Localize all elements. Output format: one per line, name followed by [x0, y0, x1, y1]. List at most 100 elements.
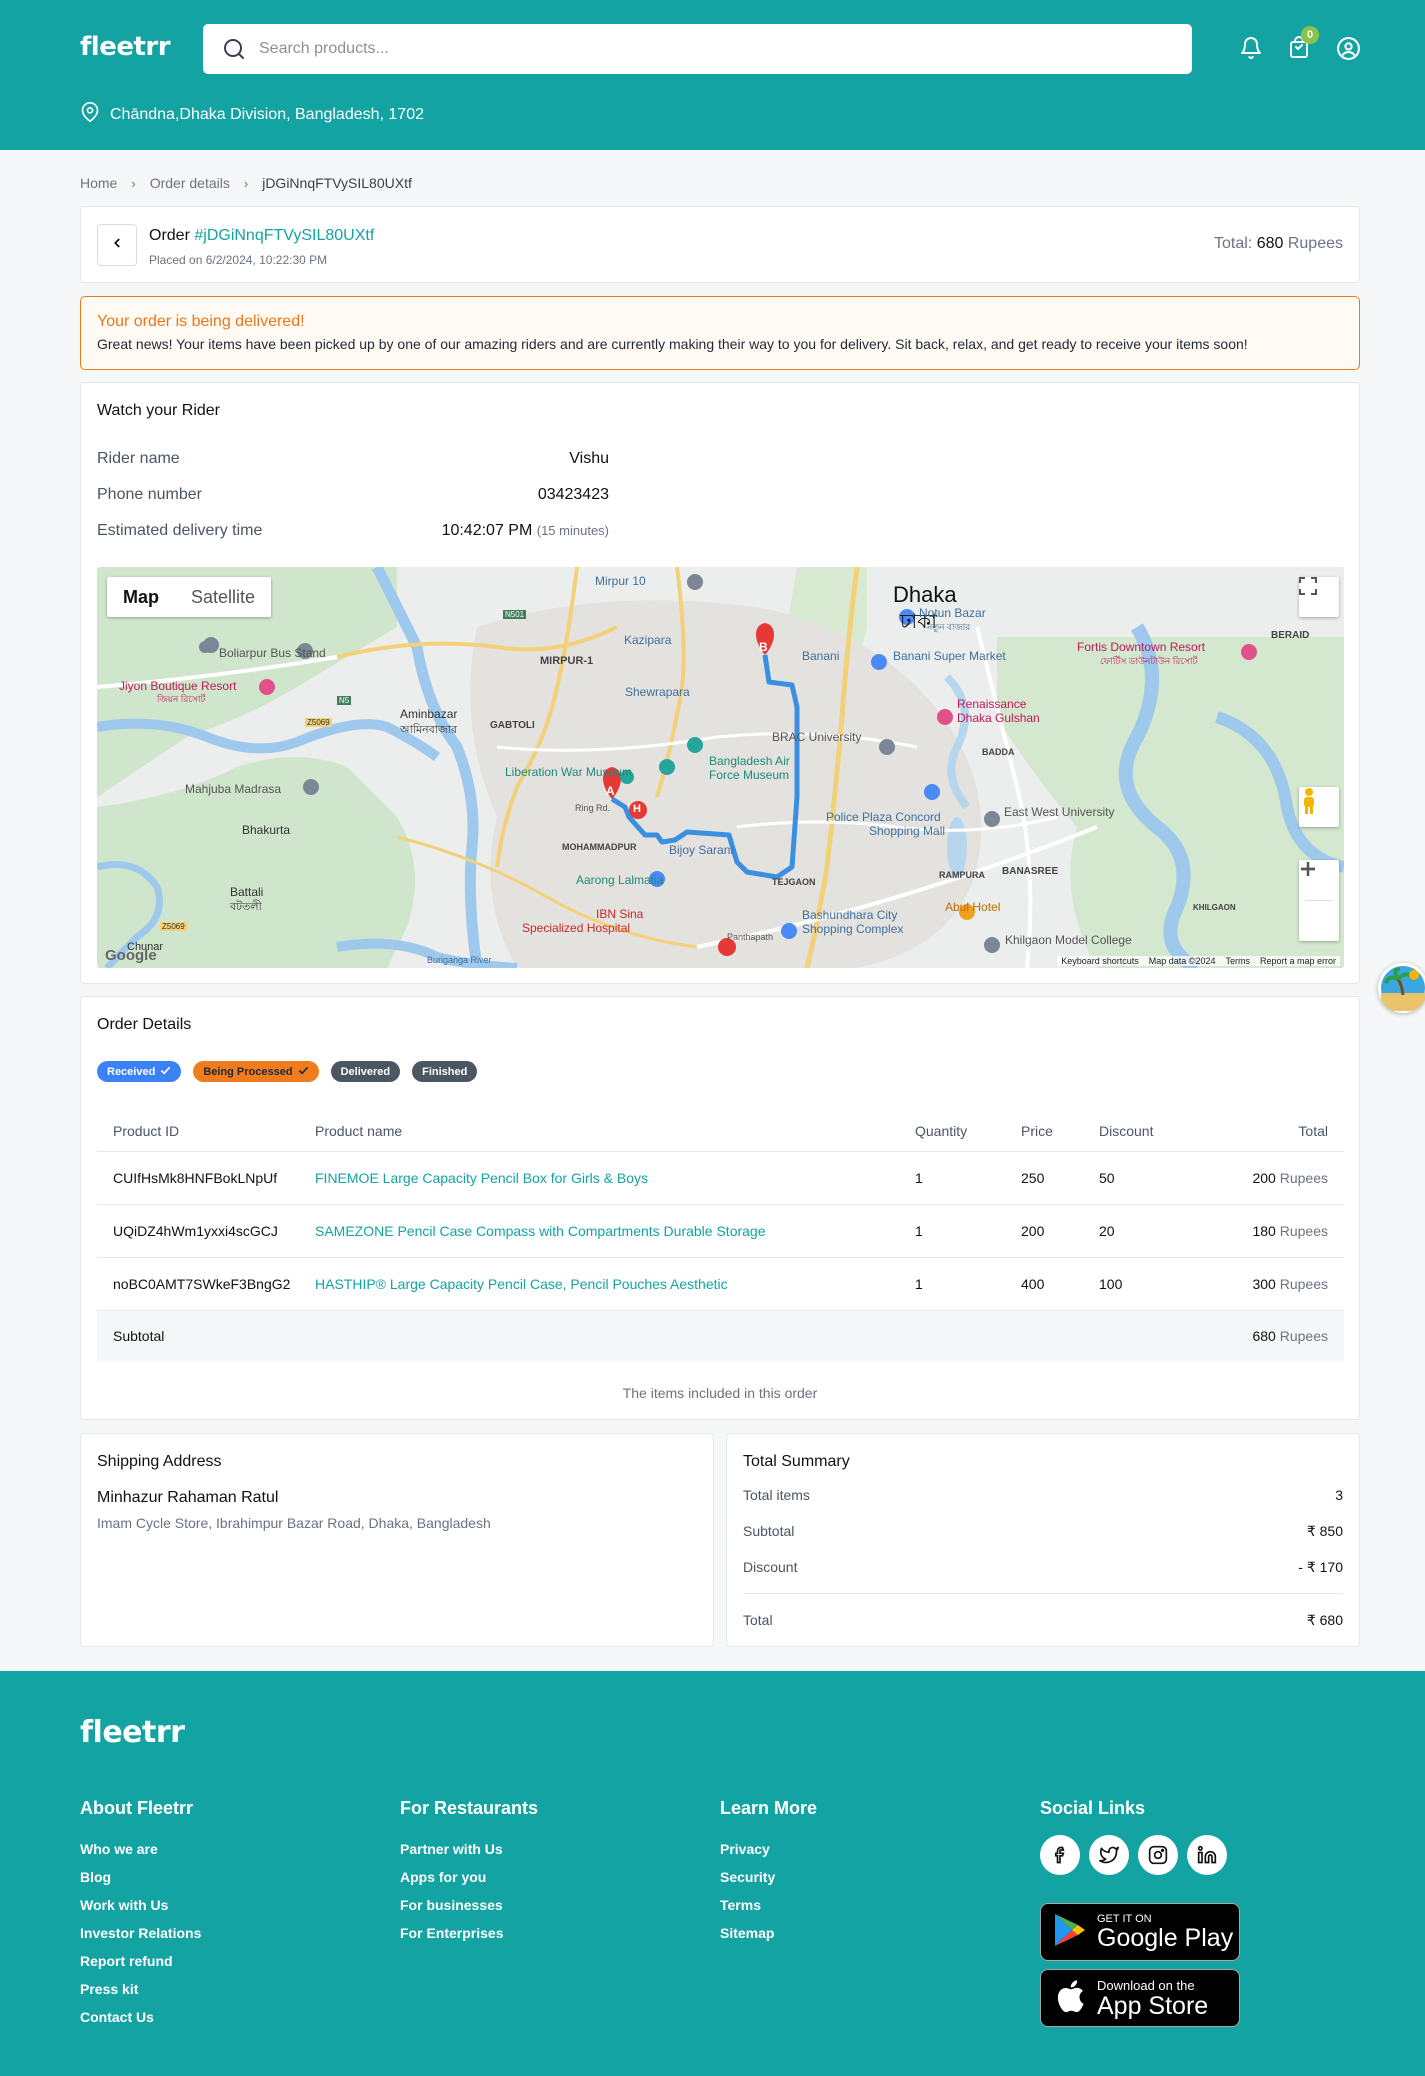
fullscreen-button[interactable]: [1299, 577, 1339, 617]
map-label: Khilgaon Model College: [1005, 933, 1132, 947]
footer-social-column: Social Links: [1040, 1798, 1227, 1875]
footer-link[interactable]: Sitemap: [720, 1919, 817, 1947]
google-play-icon: [1053, 1912, 1087, 1953]
map-label: Jiyon Boutique Resort: [119, 679, 237, 693]
rider-map[interactable]: B A H Dhaka ঢাকা Mirpur 10 Boliarpur Bus…: [97, 567, 1344, 968]
column-header: Product ID: [113, 1122, 180, 1139]
map-label: Banani: [802, 649, 840, 663]
site-footer: fleetrr About Fleetrr Who we are Blog Wo…: [0, 1671, 1425, 2076]
summary-items-row: Total items 3: [743, 1487, 1343, 1503]
map-label: GABTOLI: [490, 720, 535, 731]
map-label: Bijoy Sarani: [669, 843, 734, 857]
footer-link[interactable]: Terms: [720, 1891, 817, 1919]
map-tab-map[interactable]: Map: [107, 577, 175, 617]
header-logo[interactable]: fleetrr: [80, 32, 171, 62]
delivery-eta-label: Estimated delivery time: [97, 522, 263, 539]
status-badge-received: Received: [97, 1061, 182, 1082]
user-icon[interactable]: [1334, 34, 1362, 62]
summary-value: - ₹ 170: [1298, 1559, 1343, 1575]
delivery-location[interactable]: Chāndna,Dhaka Division, Bangladesh, 1702: [80, 101, 424, 128]
map-label: Buriganga River: [427, 955, 492, 965]
rider-phone-value[interactable]: 03423423: [538, 486, 609, 504]
google-logo: Google: [105, 947, 157, 964]
map-label: Bashundhara City: [802, 908, 898, 922]
row-total: 180 Rupees: [1199, 1203, 1344, 1257]
footer-link[interactable]: Blog: [80, 1863, 201, 1891]
quantity: 1: [915, 1150, 1021, 1204]
row-total-unit: Rupees: [1279, 1275, 1328, 1292]
footer-link[interactable]: For businesses: [400, 1891, 538, 1919]
rider-card-title: Watch your Rider: [97, 402, 220, 419]
map-terms-link[interactable]: Terms: [1225, 956, 1250, 966]
delivery-eta-row: Estimated delivery time 10:42:07 PM (15 …: [97, 522, 609, 540]
footer-link[interactable]: Partner with Us: [400, 1835, 538, 1863]
footer-link[interactable]: Press kit: [80, 1975, 201, 2003]
map-label: KHILGAON: [1193, 903, 1236, 912]
product-name-link[interactable]: SAMEZONE Pencil Case Compass with Compar…: [315, 1203, 915, 1257]
search-bar[interactable]: [203, 24, 1192, 74]
summary-discount-row: Discount - ₹ 170: [743, 1559, 1343, 1576]
app-store-badge[interactable]: Download on the App Store: [1040, 1969, 1240, 2027]
zoom-controls: [1299, 860, 1339, 941]
product-name-link[interactable]: FINEMOE Large Capacity Pencil Box for Gi…: [315, 1150, 915, 1204]
map-label: Notun Bazar: [919, 606, 986, 620]
map-label: Aarong Lalmatia: [576, 873, 664, 887]
footer-restaurants-column: For Restaurants Partner with Us Apps for…: [400, 1798, 538, 1947]
location-pin-icon: [80, 101, 100, 128]
search-input[interactable]: [249, 27, 1192, 71]
product-name-link[interactable]: HASTHIP® Large Capacity Pencil Case, Pen…: [315, 1256, 915, 1310]
footer-link[interactable]: For Enterprises: [400, 1919, 538, 1947]
rider-phone-row: Phone number 03423423: [97, 486, 609, 504]
footer-link[interactable]: Contact Us: [80, 2003, 201, 2031]
store-big-text: Google Play: [1097, 1924, 1234, 1952]
map-tab-satellite[interactable]: Satellite: [175, 577, 271, 617]
footer-link[interactable]: Security: [720, 1863, 817, 1891]
facebook-icon[interactable]: [1040, 1835, 1080, 1875]
footer-link[interactable]: Work with Us: [80, 1891, 201, 1919]
summary-value: 3: [1335, 1487, 1343, 1503]
map-label: IBN Sina: [596, 907, 644, 921]
linkedin-icon[interactable]: [1187, 1835, 1227, 1875]
delivery-eta-note: (15 minutes): [536, 523, 609, 538]
footer-link[interactable]: Investor Relations: [80, 1919, 201, 1947]
cart-icon[interactable]: 0: [1285, 26, 1319, 62]
map-label: East West University: [1004, 805, 1115, 819]
footer-link[interactable]: Who we are: [80, 1835, 201, 1863]
empty-cell: [315, 1309, 915, 1362]
breadcrumb-order-details[interactable]: Order details: [150, 175, 230, 191]
order-details-card: Order Details Received Being Processed D…: [80, 996, 1360, 1420]
map-report-link[interactable]: Report a map error: [1260, 956, 1336, 966]
twitter-icon[interactable]: [1089, 1835, 1129, 1875]
footer-about-column: About Fleetrr Who we are Blog Work with …: [80, 1798, 201, 2031]
rider-name-row: Rider name Vishu: [97, 450, 609, 468]
map-keyboard-shortcuts[interactable]: Keyboard shortcuts: [1061, 956, 1139, 966]
footer-learn-column: Learn More Privacy Security Terms Sitema…: [720, 1798, 817, 1947]
google-play-text: GET IT ON Google Play: [1097, 1913, 1233, 1951]
row-total-value: 300: [1252, 1275, 1276, 1292]
footer-link[interactable]: Privacy: [720, 1835, 817, 1863]
map-label: MIRPUR-1: [540, 655, 594, 667]
back-button[interactable]: [97, 224, 137, 266]
breadcrumb-home[interactable]: Home: [80, 175, 117, 191]
footer-link[interactable]: Report refund: [80, 1947, 201, 1975]
floating-assistant-button[interactable]: [1378, 963, 1425, 1013]
footer-logo[interactable]: fleetrr: [80, 1715, 185, 1750]
map-label: Specialized Hospital: [522, 921, 631, 935]
footer-link[interactable]: Apps for you: [400, 1863, 538, 1891]
map-label: Abul Hotel: [945, 900, 1001, 914]
empty-cell: [1021, 1309, 1099, 1362]
table-row: CUIfHsMk8HNFBokLNpUf FINEMOE Large Capac…: [97, 1150, 1344, 1204]
summary-subtotal-row: Subtotal ₹ 850: [743, 1523, 1343, 1540]
product-id: UQiDZ4hWm1yxxi4scGCJ: [97, 1203, 315, 1257]
bell-icon[interactable]: [1237, 34, 1265, 62]
instagram-icon[interactable]: [1138, 1835, 1178, 1875]
google-play-badge[interactable]: GET IT ON Google Play: [1040, 1903, 1240, 1961]
map-label: Bhakurta: [242, 823, 291, 837]
map-label: BERAID: [1271, 630, 1310, 641]
map-label: ফোর্টিস ডাউনটাউন রিসোর্ট: [1100, 656, 1198, 666]
street-view-button[interactable]: [1299, 787, 1339, 827]
status-badge-being-processed: Being Processed: [193, 1061, 319, 1082]
chevron-right-icon: ›: [243, 175, 249, 191]
quantity: 1: [915, 1256, 1021, 1310]
social-links: [1040, 1835, 1227, 1875]
